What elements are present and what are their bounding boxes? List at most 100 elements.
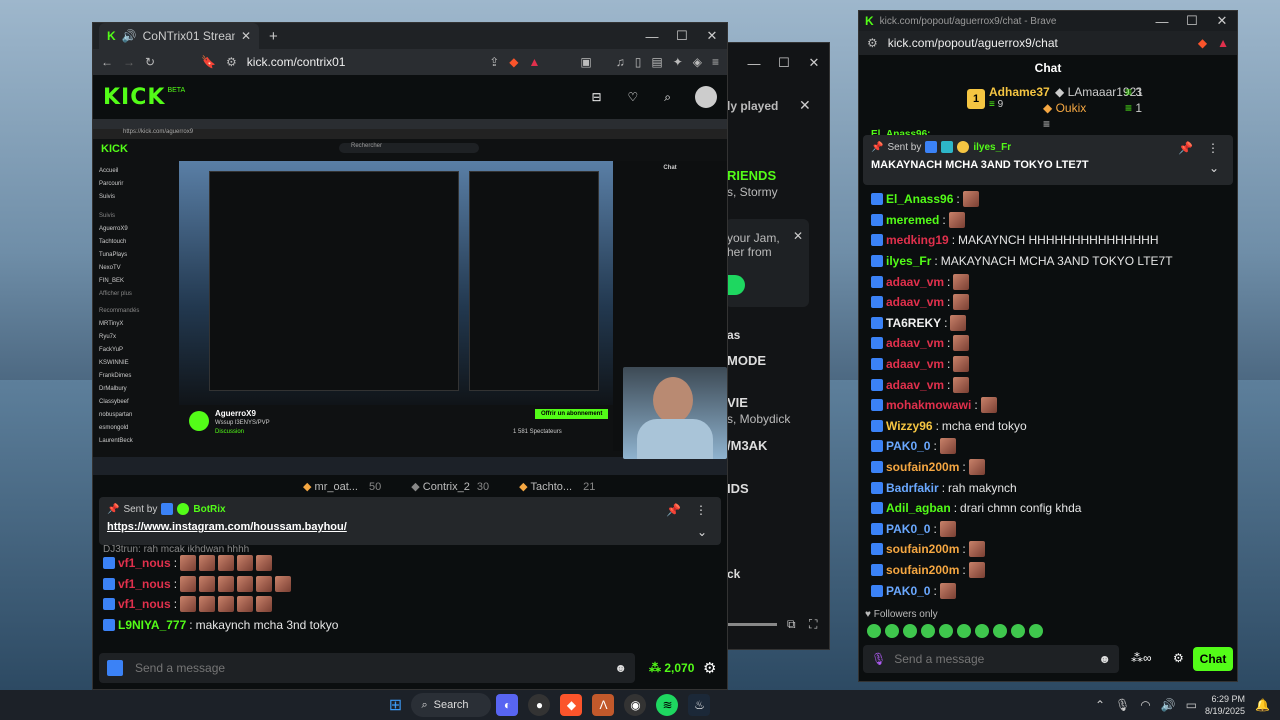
quick-emote-icon[interactable] (993, 624, 1007, 638)
quick-emote-icon[interactable] (957, 624, 971, 638)
brave-rewards-icon[interactable]: ▲ (1217, 36, 1229, 50)
quick-emote-icon[interactable] (903, 624, 917, 638)
forward-icon[interactable]: → (123, 55, 135, 69)
discord-icon[interactable]: ◐ (496, 694, 519, 716)
settings-icon[interactable]: ⚙ (703, 659, 716, 677)
unpin-icon[interactable]: 📌 (1178, 141, 1193, 155)
username[interactable]: ilyes_Fr (886, 254, 931, 268)
username[interactable]: Wizzy96 (886, 419, 933, 433)
pinned-message[interactable]: 📌 Sent by BotRix https://www.instagram.c… (99, 497, 721, 545)
tab-active[interactable]: K 🔊 CoNTrix01 Stream - Watch Liv ✕ (99, 23, 259, 49)
close-icon[interactable]: ✕ (799, 55, 829, 71)
username[interactable]: Badrfakir (886, 481, 939, 495)
close-panel-icon[interactable]: ✕ (799, 97, 811, 114)
bookmark-icon[interactable]: 🔖 (201, 55, 216, 69)
quick-emote-icon[interactable] (975, 624, 989, 638)
video-player[interactable]: https://kick.com/aguerrox9 KICK Recherch… (93, 119, 727, 475)
username[interactable]: PAK0_0 (886, 439, 930, 453)
gift-icon[interactable]: ⊟ (591, 90, 601, 104)
emoji-icon[interactable]: ☻ (614, 661, 627, 675)
spotify-icon[interactable]: ≋ (656, 694, 679, 716)
maximize-icon[interactable]: ☐ (667, 28, 697, 44)
app-icon[interactable]: Λ (592, 694, 615, 716)
reload-icon[interactable]: ↻ (145, 55, 155, 69)
close-icon[interactable]: ✕ (1207, 13, 1237, 29)
username[interactable]: Adil_agban (886, 501, 951, 515)
wifi-icon[interactable]: ◠ (1140, 698, 1150, 712)
more-icon[interactable]: ⋮ (695, 503, 707, 517)
battery-icon[interactable]: ▭ (1186, 698, 1197, 712)
quick-emote-icon[interactable] (867, 624, 881, 638)
mic-icon[interactable]: 🎙 (871, 652, 886, 666)
chevron-down-icon[interactable]: ⌄ (1209, 161, 1219, 175)
username[interactable]: soufain200m (886, 542, 959, 556)
username[interactable]: soufain200m (886, 460, 959, 474)
username[interactable]: mohakmowawi (886, 398, 971, 412)
username[interactable]: PAK0_0 (886, 522, 930, 536)
maximize-icon[interactable]: ☐ (769, 55, 799, 71)
quick-emote-icon[interactable] (1029, 624, 1043, 638)
username[interactable]: PAK0_0 (886, 584, 930, 598)
cast-icon[interactable]: ▣ (580, 55, 591, 69)
obs-icon[interactable]: ◉ (624, 694, 647, 716)
site-info-icon[interactable]: ⚙ (226, 55, 237, 69)
points-icon[interactable]: ⁂∞ (1131, 651, 1152, 665)
username[interactable]: adaav_vm (886, 295, 944, 309)
emoji-icon[interactable]: ☻ (1098, 652, 1111, 666)
username[interactable]: adaav_vm (886, 378, 944, 392)
media-icon[interactable]: ♫ (616, 55, 625, 69)
url-text[interactable]: kick.com/contrix01 (247, 55, 479, 69)
quick-emote-icon[interactable] (1011, 624, 1025, 638)
share-icon[interactable]: ⇪ (489, 55, 499, 69)
wallet-icon[interactable]: ▤ (651, 55, 662, 69)
avatar[interactable] (695, 86, 717, 108)
fullscreen-icon[interactable]: ⛶ (809, 617, 817, 632)
new-tab-icon[interactable]: + (269, 28, 278, 45)
username[interactable]: meremed (886, 213, 939, 227)
taskbar-search[interactable]: ⌕ Search (411, 693, 492, 717)
vpn-icon[interactable]: ◈ (693, 55, 702, 69)
quick-emote-icon[interactable] (939, 624, 953, 638)
windows-start-icon[interactable]: ⊞ (384, 694, 406, 716)
url-text[interactable]: kick.com/popout/aguerrox9/chat (888, 36, 1188, 50)
gifter-2-name[interactable]: ◆ Oukix (1043, 101, 1086, 115)
minimize-icon[interactable]: — (1147, 14, 1177, 29)
minimize-icon[interactable]: — (739, 56, 769, 71)
username[interactable]: adaav_vm (886, 336, 944, 350)
username[interactable]: El_Anass96 (886, 192, 953, 206)
username[interactable]: vf1_nous (118, 556, 171, 570)
username[interactable]: vf1_nous (118, 597, 171, 611)
username[interactable]: vf1_nous (118, 577, 171, 591)
quick-emote-icon[interactable] (921, 624, 935, 638)
gifter-0-name[interactable]: Adhame37 (989, 85, 1050, 99)
mic-tray-icon[interactable]: 🎙 (1115, 698, 1130, 712)
github-icon[interactable]: ● (528, 694, 551, 716)
pip-icon[interactable]: ⧉ (787, 617, 796, 632)
chat-input[interactable] (135, 661, 603, 675)
close-icon[interactable]: ✕ (697, 28, 727, 44)
tab-close-icon[interactable]: ✕ (241, 29, 251, 43)
unpin-icon[interactable]: 📌 (666, 503, 681, 517)
brave-rewards-icon[interactable]: ▲ (529, 55, 541, 69)
quick-emote-icon[interactable] (885, 624, 899, 638)
clock[interactable]: 6:29 PM 8/19/2025 (1205, 693, 1245, 717)
right-chat-input[interactable] (894, 652, 1091, 666)
right-pinned-sender[interactable]: ilyes_Fr (973, 142, 1011, 153)
settings-icon[interactable]: ⚙ (1173, 651, 1184, 665)
leo-icon[interactable]: ✦ (673, 55, 683, 69)
tray-chevron-icon[interactable]: ⌃ (1095, 698, 1105, 712)
points-display[interactable]: ⁂ 2,070 (649, 661, 694, 675)
username[interactable]: adaav_vm (886, 357, 944, 371)
heart-icon[interactable]: ♡ (628, 90, 639, 104)
username[interactable]: TA6REKY (886, 316, 941, 330)
pinned-link[interactable]: https://www.instagram.com/houssam.bayhou… (107, 521, 713, 533)
username[interactable]: soufain200m (886, 563, 959, 577)
menu-icon[interactable]: ≡ (712, 55, 719, 69)
site-info-icon[interactable]: ⚙ (867, 36, 878, 50)
username[interactable]: medking19 (886, 233, 949, 247)
username[interactable]: adaav_vm (886, 275, 944, 289)
search-icon[interactable]: ⌕ (664, 90, 671, 105)
kick-logo[interactable]: KICK (103, 85, 165, 110)
progress-bar[interactable] (727, 623, 777, 626)
collapse-icon[interactable]: ≡ (1043, 117, 1050, 131)
